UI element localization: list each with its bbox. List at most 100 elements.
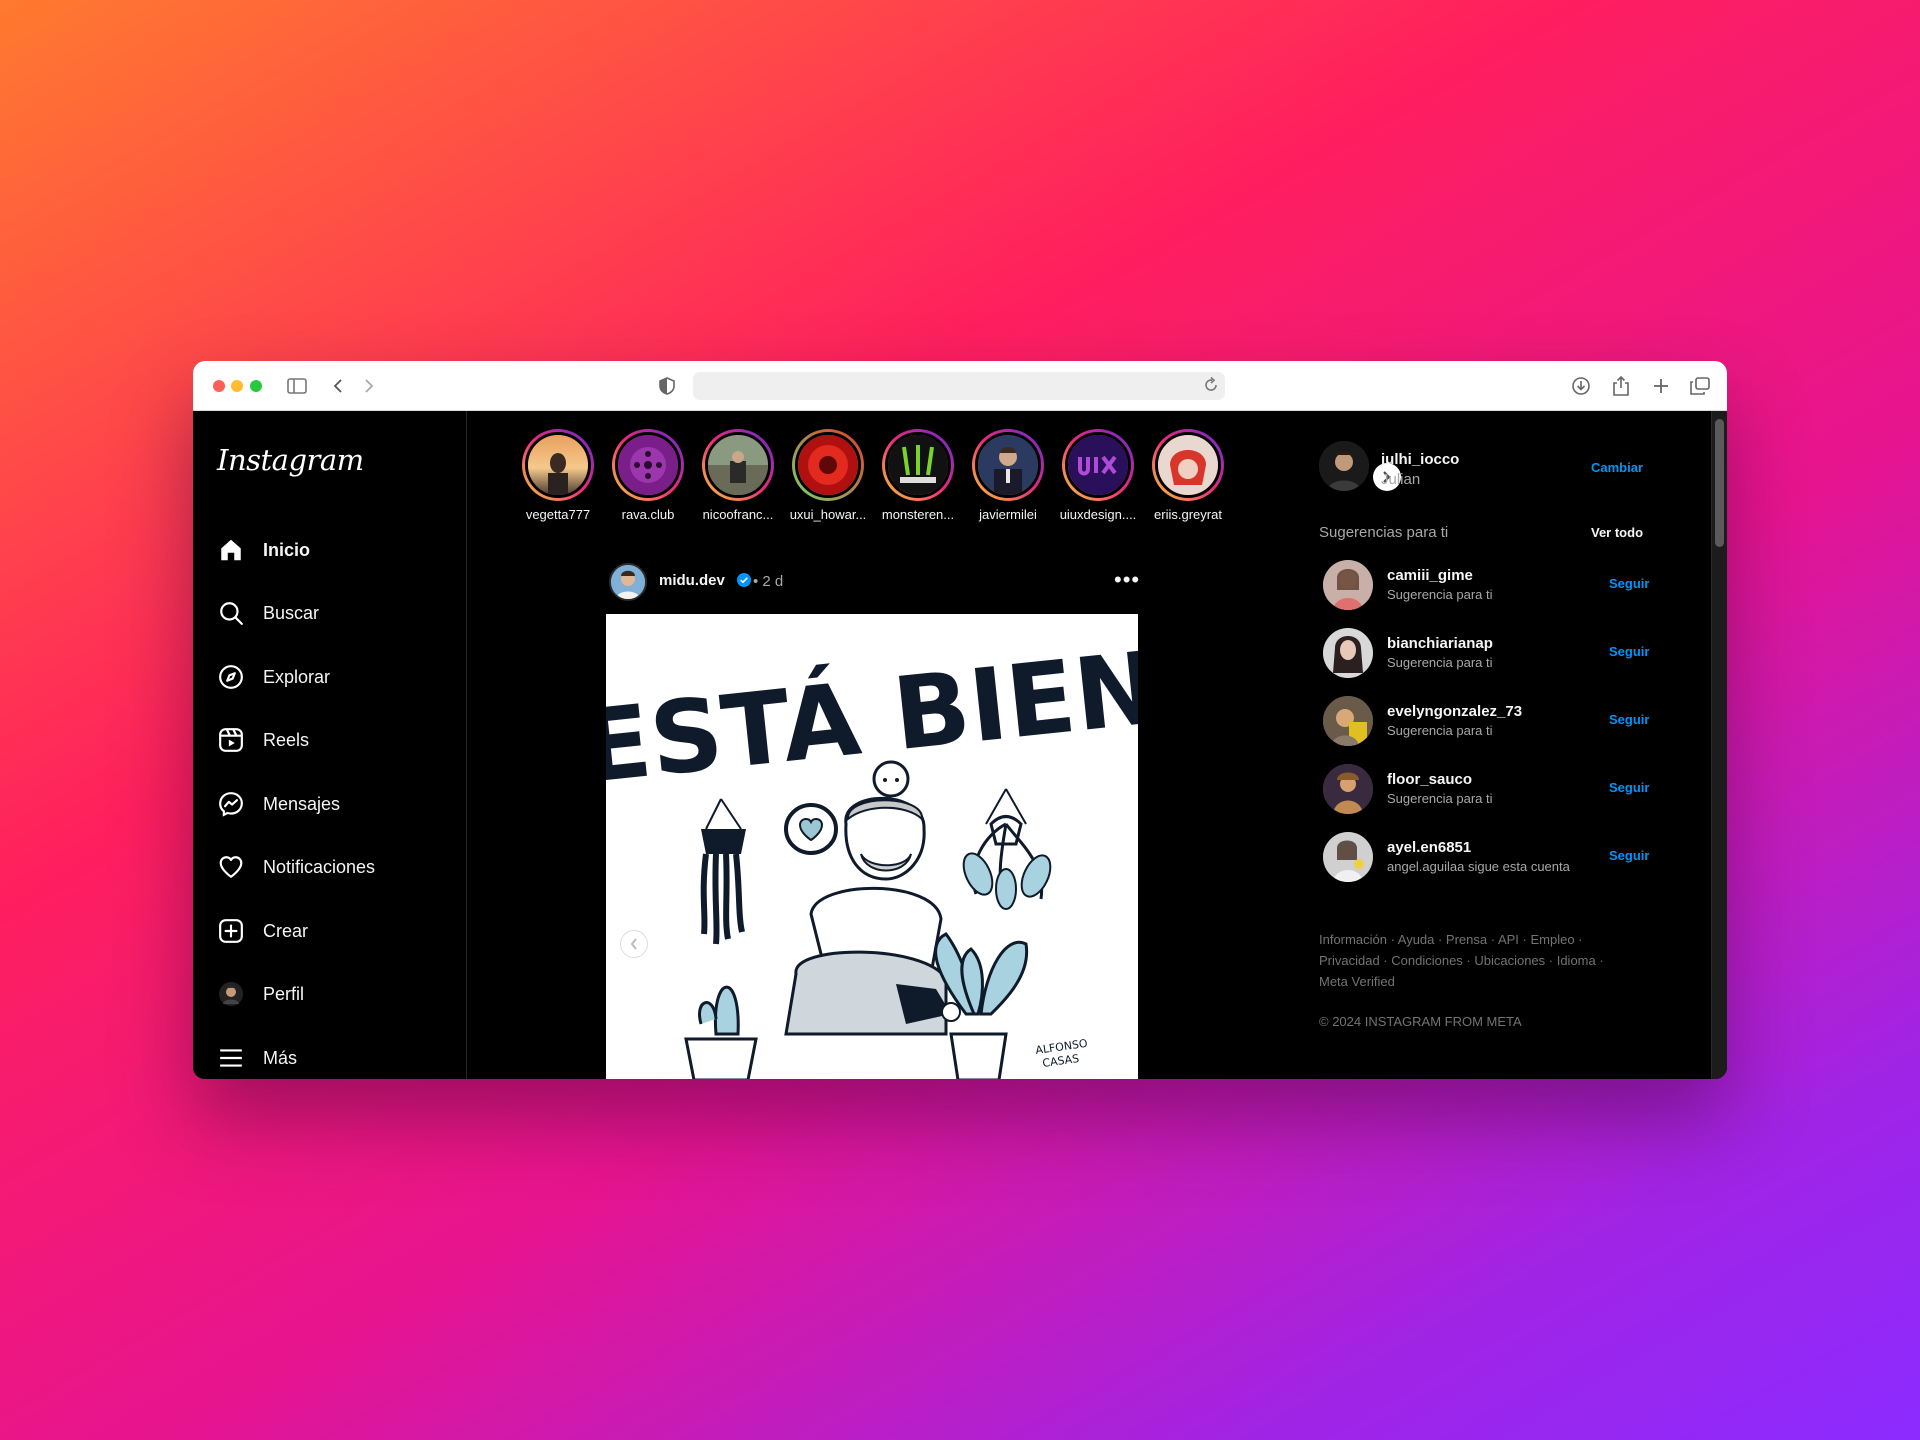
- nav-label: Perfil: [263, 983, 305, 1004]
- current-fullname: Julian: [1381, 471, 1421, 488]
- shield-icon[interactable]: [655, 374, 679, 398]
- illustration-title: ESTÁ BIEN: [606, 629, 1138, 806]
- story-item[interactable]: uiuxdesign....: [1055, 429, 1141, 522]
- instagram-logo[interactable]: Instagram: [217, 443, 364, 477]
- nav-item-buscar[interactable]: Buscar: [217, 593, 319, 633]
- share-icon[interactable]: [1609, 374, 1633, 398]
- nav-item-notificaciones[interactable]: Notificaciones: [217, 847, 375, 887]
- minimize-window-button[interactable]: [231, 380, 243, 392]
- follow-button[interactable]: Seguir: [1609, 780, 1649, 795]
- nav-item-mas[interactable]: Más: [217, 1038, 297, 1078]
- post-header: midu.dev • 2 d •••: [609, 561, 1149, 603]
- see-all-link[interactable]: Ver todo: [1591, 525, 1643, 540]
- copyright: © 2024 INSTAGRAM FROM META: [1319, 1014, 1522, 1029]
- nav-item-reels[interactable]: Reels: [217, 720, 309, 760]
- suggestion-username[interactable]: bianchiarianap: [1387, 635, 1493, 652]
- suggestion-avatar[interactable]: [1323, 696, 1373, 746]
- suggestion-subtitle: Sugerencia para ti: [1387, 791, 1493, 806]
- post-author-avatar[interactable]: [609, 563, 647, 601]
- story-username: vegetta777: [525, 507, 591, 522]
- story-username: rava.club: [621, 507, 675, 522]
- footer-links-line-1[interactable]: Información · Ayuda · Prensa · API · Emp…: [1319, 929, 1619, 950]
- follow-button[interactable]: Seguir: [1609, 576, 1649, 591]
- nav-item-crear[interactable]: Crear: [217, 911, 308, 951]
- story-item[interactable]: eriis.greyrat: [1145, 429, 1231, 522]
- tabs-overview-icon[interactable]: [1688, 374, 1712, 398]
- story-avatar: [615, 432, 681, 498]
- story-item[interactable]: rava.club: [605, 429, 691, 522]
- scrollbar-thumb[interactable]: [1715, 419, 1724, 547]
- footer-links-line-2[interactable]: Privacidad · Condiciones · Ubicaciones ·…: [1319, 950, 1619, 971]
- illustration-title-text: ESTÁ BIEN: [606, 629, 1138, 806]
- footer-links-line-3[interactable]: Meta Verified: [1319, 971, 1619, 992]
- switch-account-link[interactable]: Cambiar: [1591, 460, 1643, 475]
- browser-window: Instagram Inicio Buscar Explorar Reels M…: [193, 361, 1727, 1079]
- story-item[interactable]: uxui_howar...: [785, 429, 871, 522]
- story-avatar: [885, 432, 951, 498]
- follow-button[interactable]: Seguir: [1609, 848, 1649, 863]
- story-avatar: [1155, 432, 1221, 498]
- current-user-avatar[interactable]: [1319, 441, 1369, 491]
- post-more-options-button[interactable]: •••: [1114, 567, 1140, 593]
- menu-icon: [217, 1044, 245, 1072]
- suggestion-avatar[interactable]: [1323, 832, 1373, 882]
- story-item[interactable]: nicoofranc...: [695, 429, 781, 522]
- current-username[interactable]: julhi_iocco: [1381, 451, 1459, 468]
- story-item[interactable]: monsteren...: [875, 429, 961, 522]
- nav-item-mensajes[interactable]: Mensajes: [217, 784, 340, 824]
- story-avatar: [1065, 432, 1131, 498]
- nav-label: Mensajes: [263, 793, 341, 814]
- sidebar-toggle-icon[interactable]: [285, 374, 309, 398]
- post-timestamp: • 2 d: [753, 573, 784, 590]
- suggestion-avatar[interactable]: [1323, 764, 1373, 814]
- suggestion-item: bianchiarianap Sugerencia para ti Seguir: [1323, 626, 1649, 680]
- home-icon: [217, 536, 245, 564]
- page-scrollbar[interactable]: [1711, 411, 1727, 1079]
- story-username: nicoofranc...: [702, 507, 774, 522]
- nav-item-perfil[interactable]: Perfil: [217, 974, 304, 1014]
- suggestion-username[interactable]: ayel.en6851: [1387, 839, 1471, 856]
- nav-item-inicio[interactable]: Inicio: [217, 530, 310, 570]
- zoom-window-button[interactable]: [250, 380, 262, 392]
- story-avatar: [705, 432, 771, 498]
- search-icon: [217, 599, 245, 627]
- post-author-username[interactable]: midu.dev: [659, 572, 725, 589]
- forward-icon[interactable]: [357, 374, 381, 398]
- story-avatar: [975, 432, 1041, 498]
- suggestion-username[interactable]: floor_sauco: [1387, 771, 1472, 788]
- small-creature: [872, 760, 910, 798]
- browser-toolbar: [193, 361, 1727, 411]
- story-username: uiuxdesign....: [1059, 507, 1137, 522]
- heart-bubble: [784, 803, 838, 855]
- suggestion-avatar[interactable]: [1323, 628, 1373, 678]
- story-item[interactable]: vegetta777: [515, 429, 601, 522]
- suggestion-item: camiii_gime Sugerencia para ti Seguir: [1323, 558, 1649, 612]
- address-bar[interactable]: [693, 372, 1225, 400]
- cactus-pot: [684, 985, 758, 1079]
- new-tab-icon[interactable]: [1649, 374, 1673, 398]
- suggestion-item: ayel.en6851 angel.aguilaa sigue esta cue…: [1323, 830, 1649, 884]
- follow-button[interactable]: Seguir: [1609, 712, 1649, 727]
- nav-label: Buscar: [263, 602, 320, 623]
- heart-icon: [217, 853, 245, 881]
- story-username: eriis.greyrat: [1154, 507, 1222, 522]
- download-icon[interactable]: [1569, 374, 1593, 398]
- right-column: julhi_iocco Julian Cambiar Sugerencias p…: [1319, 411, 1649, 1079]
- suggestion-username[interactable]: camiii_gime: [1387, 567, 1473, 584]
- close-window-button[interactable]: [213, 380, 225, 392]
- nav-item-explorar[interactable]: Explorar: [217, 657, 330, 697]
- follow-button[interactable]: Seguir: [1609, 644, 1649, 659]
- suggestion-avatar[interactable]: [1323, 560, 1373, 610]
- suggestion-username[interactable]: evelyngonzalez_73: [1387, 703, 1522, 720]
- story-item[interactable]: javiermilei: [965, 429, 1051, 522]
- back-icon[interactable]: [326, 374, 350, 398]
- nav-label: Crear: [263, 920, 309, 941]
- post-image[interactable]: ESTÁ BIEN ALFONSO CASAS: [606, 614, 1138, 1079]
- hanging-plant-left: [700, 798, 746, 945]
- carousel-prev-button[interactable]: [620, 930, 648, 958]
- suggestion-subtitle: Sugerencia para ti: [1387, 655, 1493, 670]
- suggestion-subtitle: Sugerencia para ti: [1387, 723, 1493, 738]
- reload-icon[interactable]: [1203, 376, 1219, 399]
- verified-badge-icon: [737, 573, 751, 592]
- nav-label: Explorar: [263, 666, 331, 687]
